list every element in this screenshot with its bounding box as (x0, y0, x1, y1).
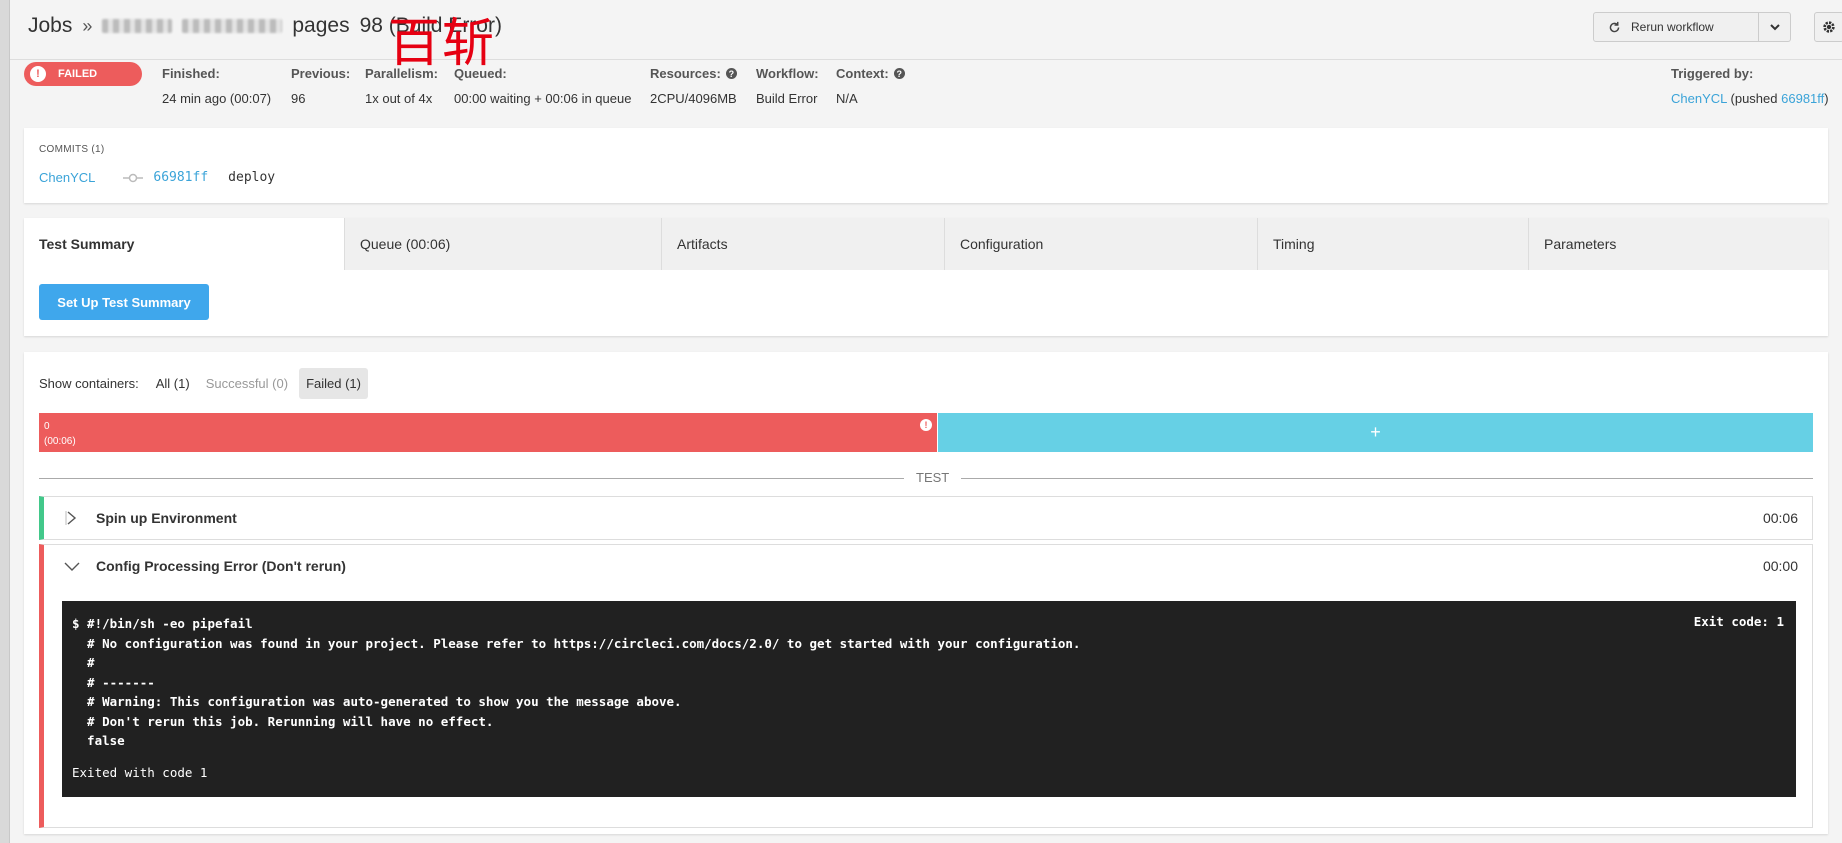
tab-configuration[interactable]: Configuration (944, 218, 1257, 270)
meta-finished: Finished: 24 min ago (00:07) (162, 66, 271, 106)
terminal-command: $ #!/bin/sh -eo pipefail (72, 616, 253, 631)
commit-row: ChenYCL 66981ff deploy (39, 170, 275, 185)
terminal-line: # Don't rerun this job. Rerunning will h… (72, 713, 494, 729)
terminal-line: # Warning: This configuration was auto-g… (72, 694, 682, 709)
meta-parallelism: Parallelism: 1x out of 4x (365, 66, 438, 106)
alert-icon: ! (920, 419, 932, 431)
context-link[interactable]: N/A (836, 91, 905, 106)
filter-all[interactable]: All (1) (149, 368, 197, 399)
help-icon[interactable]: ? (893, 68, 905, 79)
meta-queued: Queued: 00:00 waiting + 00:06 in queue (454, 66, 631, 106)
redacted-org-name (102, 19, 173, 33)
add-container-bar[interactable]: + (938, 413, 1813, 452)
set-up-test-summary-button[interactable]: Set Up Test Summary (39, 284, 209, 320)
commit-author-link[interactable]: ChenYCL (39, 170, 95, 185)
container-index: 0 (44, 421, 50, 432)
filter-failed[interactable]: Failed (1) (299, 368, 368, 399)
meta-key: Resources:? (650, 66, 737, 81)
meta-key: Parallelism: (365, 66, 438, 81)
watermark-overlay: 百斩 (388, 14, 497, 74)
step-header[interactable]: Spin up Environment 00:06 (44, 497, 1812, 539)
trigger-commit-link[interactable]: 66981ff (1781, 91, 1824, 106)
meta-key: Previous: (291, 66, 351, 81)
workflow-link[interactable]: Build Error (756, 91, 819, 106)
meta-key-label: Context: (836, 66, 889, 81)
rerun-options-dropdown[interactable] (1759, 12, 1791, 42)
breadcrumb-jobs-link[interactable]: Jobs (28, 14, 72, 38)
rerun-workflow-label: Rerun workflow (1631, 20, 1714, 34)
commits-title: COMMITS (1) (39, 144, 105, 155)
meta-context: Context:? N/A (836, 66, 905, 106)
rerun-workflow-button[interactable]: Rerun workflow (1593, 12, 1759, 42)
commits-card: COMMITS (1) ChenYCL 66981ff deploy (24, 128, 1828, 203)
chevron-down-icon (64, 562, 80, 571)
meta-resources: Resources:? 2CPU/4096MB (650, 66, 737, 106)
left-scroll-strip (0, 0, 10, 843)
meta-value: 24 min ago (00:07) (162, 91, 272, 106)
meta-value: 2CPU/4096MB (650, 91, 737, 106)
status-label: FAILED (58, 68, 98, 80)
meta-previous: Previous: 96 (291, 66, 350, 106)
step-name: Spin up Environment (96, 510, 237, 526)
terminal-exit-message: Exited with code 1 (72, 764, 208, 780)
chevron-right-icon (65, 511, 77, 525)
page-header: Jobs » pages 98 (Build Error) Rerun work… (10, 0, 1842, 60)
terminal-line: # ------- (72, 674, 155, 690)
step-config-processing-error[interactable]: Config Processing Error (Don't rerun) 00… (39, 544, 1813, 828)
terminal-output: $ #!/bin/sh -eo pipefail Exit code: 1 # … (62, 601, 1796, 797)
breadcrumb-project-segment[interactable]: pages (292, 14, 349, 38)
breadcrumb-separator: » (82, 15, 93, 36)
meta-key-label: Resources: (650, 66, 721, 81)
step-spin-up-environment[interactable]: Spin up Environment 00:06 (39, 496, 1813, 540)
container-duration: (00:06) (44, 436, 76, 447)
section-label: TEST (904, 470, 962, 485)
commit-icon (123, 173, 144, 182)
commit-hash-link[interactable]: 66981ff (153, 170, 208, 185)
exit-code-label: Exit code: 1 (1693, 614, 1784, 629)
meta-triggered-by: Triggered by: ChenYCL (pushed 66981ff) (1671, 66, 1829, 106)
parallelism-link[interactable]: 1x out of 4x (365, 91, 438, 106)
container-filter-label: Show containers: (39, 376, 139, 391)
tab-timing[interactable]: Timing (1257, 218, 1528, 270)
tab-artifacts[interactable]: Artifacts (661, 218, 944, 270)
redacted-repo-name (182, 19, 283, 33)
tab-bar: Test Summary Queue (00:06) Artifacts Con… (24, 218, 1828, 270)
tab-parameters[interactable]: Parameters (1528, 218, 1828, 270)
step-duration: 00:06 (1762, 510, 1798, 526)
filter-successful[interactable]: Successful (0) (199, 368, 295, 399)
steps-card: Show containers: All (1) Successful (0) … (24, 352, 1828, 834)
status-badge: ! FAILED (24, 62, 142, 86)
meta-key: Finished: (162, 66, 220, 81)
meta-workflow: Workflow: Build Error (756, 66, 819, 106)
pushed-prefix: (pushed (1730, 91, 1778, 106)
meta-value: 00:00 waiting + 00:06 in queue (454, 91, 632, 106)
alert-icon: ! (30, 66, 46, 82)
step-duration: 00:00 (1762, 558, 1798, 574)
step-name: Config Processing Error (Don't rerun) (96, 558, 346, 574)
step-header[interactable]: Config Processing Error (Don't rerun) 00… (44, 545, 1812, 587)
container-0-bar[interactable]: 0 (00:06) ! (39, 413, 937, 452)
container-filter: Show containers: All (1) Successful (0) … (39, 368, 368, 399)
previous-build-link[interactable]: 96 (291, 91, 350, 106)
gear-icon (1823, 21, 1835, 33)
terminal-line: # (72, 655, 95, 670)
tab-test-summary[interactable]: Test Summary (24, 218, 344, 270)
pushed-suffix: ) (1824, 91, 1829, 106)
tab-queue[interactable]: Queue (00:06) (344, 218, 661, 270)
refresh-icon (1609, 21, 1620, 32)
help-icon[interactable]: ? (725, 68, 737, 79)
trigger-user-link[interactable]: ChenYCL (1671, 91, 1727, 106)
meta-key: Workflow: (756, 66, 819, 81)
chevron-down-icon (1769, 24, 1780, 31)
settings-button[interactable] (1814, 12, 1842, 42)
tabs-card: Test Summary Queue (00:06) Artifacts Con… (24, 218, 1828, 336)
terminal-line: false (72, 733, 125, 748)
meta-key: Context:? (836, 66, 905, 81)
meta-key: Triggered by: (1671, 66, 1754, 81)
meta-key: Queued: (454, 66, 507, 81)
meta-value: ChenYCL (pushed 66981ff) (1671, 91, 1829, 106)
commit-message: deploy (228, 170, 276, 185)
terminal-line: # No configuration was found in your pro… (72, 635, 1081, 651)
